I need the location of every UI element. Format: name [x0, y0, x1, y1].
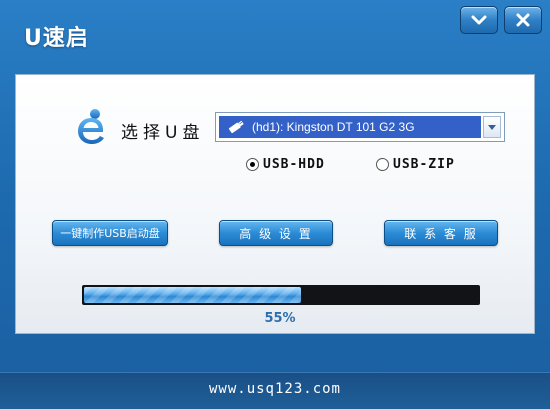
contact-support-button[interactable]: 联 系 客 服 — [384, 220, 498, 246]
chevron-down-icon — [488, 124, 496, 130]
disk-select-dropdown[interactable]: (hd1): Kingston DT 101 G2 3G — [215, 112, 505, 142]
usb-hdd-radio[interactable]: USB-HDD — [246, 157, 325, 172]
selected-disk-text: (hd1): Kingston DT 101 G2 3G — [252, 120, 415, 134]
chevron-down-icon — [471, 15, 487, 25]
app-logo-icon — [78, 109, 104, 144]
website-url[interactable]: www.usq123.com — [0, 381, 550, 397]
minimize-button[interactable] — [460, 6, 498, 34]
progress-percent: 55% — [264, 311, 296, 326]
footer-bar: www.usq123.com — [0, 372, 550, 409]
selected-disk-highlight: (hd1): Kingston DT 101 G2 3G — [219, 116, 481, 138]
radio-unchecked-indicator — [376, 158, 389, 171]
advanced-settings-button[interactable]: 高 级 设 置 — [219, 220, 333, 246]
progress-bar-fill — [84, 287, 301, 303]
progress-bar — [82, 285, 480, 305]
usb-zip-label: USB-ZIP — [393, 157, 455, 172]
close-icon — [516, 13, 530, 27]
app-window: U速启 选择U盘 (hd1): Kingston DT 101 G2 3G US… — [0, 0, 550, 409]
app-title: U速启 — [24, 26, 89, 51]
usb-drive-icon — [228, 120, 244, 134]
usb-zip-radio[interactable]: USB-ZIP — [376, 157, 455, 172]
close-button[interactable] — [504, 6, 542, 34]
usb-hdd-label: USB-HDD — [263, 157, 325, 172]
dropdown-arrow-button[interactable] — [483, 116, 501, 138]
radio-checked-indicator — [246, 158, 259, 171]
make-boot-usb-button[interactable]: 一键制作USB启动盘 — [52, 220, 168, 246]
select-disk-label: 选择U盘 — [121, 123, 205, 143]
